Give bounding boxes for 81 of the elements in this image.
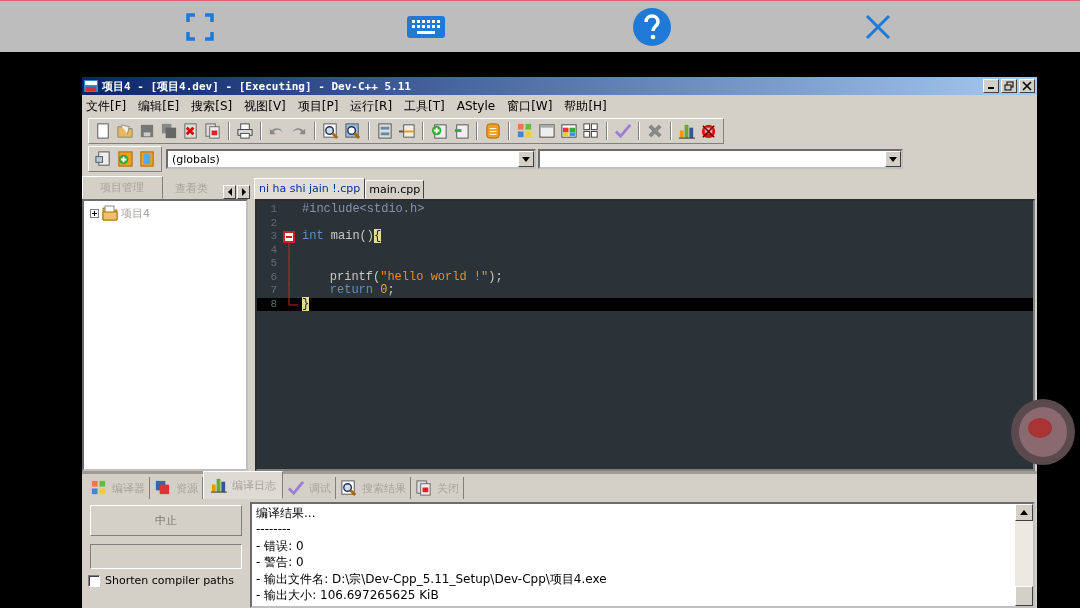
menu-item[interactable]: 工具[T] xyxy=(404,97,445,115)
file-tab[interactable]: ni ha shi jain !.cpp xyxy=(254,178,366,199)
dropdown-field[interactable]: (globals) xyxy=(166,149,536,169)
code-line: printf("hello world !"); xyxy=(328,270,503,284)
window-title: 项目4 - [项目4.dev] - [Executing] - Dev-C++ 5.11 xyxy=(102,78,412,94)
log-line: 编译结果... xyxy=(256,505,317,522)
menu-item[interactable]: 编辑[E] xyxy=(138,97,180,115)
dropdown-field[interactable] xyxy=(538,149,903,169)
fold-end-line xyxy=(288,297,298,306)
menu-item[interactable]: 帮助[H] xyxy=(564,97,607,115)
list-icon[interactable] xyxy=(376,122,394,140)
menu-item[interactable]: 搜索[S] xyxy=(191,97,233,115)
line-number: 8 xyxy=(269,297,277,311)
find-icon xyxy=(340,479,358,497)
replace-icon[interactable] xyxy=(344,122,362,140)
scroll-up-icon[interactable] xyxy=(1020,510,1028,515)
floating-ball-icon[interactable] xyxy=(1010,398,1076,466)
close-button[interactable] xyxy=(1019,79,1035,93)
minimize-icon xyxy=(988,87,994,89)
menu-item[interactable]: 文件[F] xyxy=(86,97,127,115)
expand-icon[interactable] xyxy=(90,208,99,218)
menu-item[interactable]: 项目[P] xyxy=(297,97,339,115)
close-icon xyxy=(1022,81,1032,91)
check-icon[interactable] xyxy=(614,122,632,140)
line-number: 4 xyxy=(269,243,277,257)
options-icon[interactable] xyxy=(484,122,502,140)
line-number: 7 xyxy=(269,284,277,298)
colored-grid-icon xyxy=(90,479,108,497)
vertical-scrollbar[interactable] xyxy=(1015,504,1033,606)
save-icon[interactable] xyxy=(138,122,156,140)
folder-icon[interactable] xyxy=(116,122,134,140)
scroll-right-button[interactable] xyxy=(237,185,250,199)
print-icon[interactable] xyxy=(236,122,254,140)
code-line: int main(){ xyxy=(301,230,382,244)
checkbox[interactable] xyxy=(88,574,100,587)
fullscreen-icon[interactable] xyxy=(185,11,215,42)
stack-icon xyxy=(154,479,172,497)
split-icon[interactable] xyxy=(398,122,416,140)
help-icon[interactable] xyxy=(632,6,672,47)
close-file-icon[interactable] xyxy=(182,122,200,140)
log-line: - 输出大小: 106.697265625 KiB xyxy=(256,587,440,604)
checkbox-label: Shorten compiler paths xyxy=(105,574,234,587)
window-icon[interactable] xyxy=(538,122,556,140)
add-project-icon[interactable] xyxy=(116,150,134,168)
project-folder-icon xyxy=(101,205,119,221)
code-line: #include<stdio.h> xyxy=(301,203,425,217)
minimize-button[interactable] xyxy=(983,79,999,93)
restore-icon xyxy=(1004,81,1014,91)
check-icon xyxy=(287,479,305,497)
scroll-left-button[interactable] xyxy=(223,185,236,199)
dropdown-arrow-icon xyxy=(889,156,897,162)
fold-marker-icon[interactable] xyxy=(283,231,295,244)
new-file-icon[interactable] xyxy=(94,122,112,140)
menu-item[interactable]: AStyle xyxy=(456,99,496,113)
menu-item[interactable]: 运行[R] xyxy=(350,97,393,115)
dropdown-arrow-icon xyxy=(522,156,530,162)
close-all-icon[interactable] xyxy=(204,122,222,140)
x-icon[interactable] xyxy=(646,122,664,140)
grid-icon[interactable] xyxy=(582,122,600,140)
line-number: 3 xyxy=(269,230,277,244)
log-line: - 输出文件名: D:\宗\Dev-Cpp_5.11_Setup\Dev-Cpp\项目4.exe xyxy=(256,570,608,588)
code-line: return 0; xyxy=(328,284,395,298)
log-line: -------- xyxy=(256,521,292,538)
close-all-icon xyxy=(415,479,433,497)
menu-item[interactable]: 视图[V] xyxy=(244,97,286,115)
find-icon[interactable] xyxy=(322,122,340,140)
color-panel-icon[interactable] xyxy=(560,122,578,140)
scrollbar-thumb[interactable] xyxy=(1015,586,1033,606)
remove-file-icon[interactable] xyxy=(452,122,470,140)
file-tab[interactable]: main.cpp xyxy=(365,180,425,199)
restore-button[interactable] xyxy=(1001,79,1017,93)
add-file-icon[interactable] xyxy=(430,122,448,140)
colored-grid-icon[interactable] xyxy=(516,122,534,140)
log-line: - 错误: 0 xyxy=(256,537,305,555)
save-all-icon[interactable] xyxy=(160,122,178,140)
log-line: - 警告: 0 xyxy=(256,554,305,571)
arrow-right-icon xyxy=(239,188,248,196)
menu-item[interactable]: 窗口[W] xyxy=(507,97,553,115)
app-icon xyxy=(84,80,98,92)
bar-chart-icon xyxy=(210,476,228,494)
bar-chart-icon[interactable] xyxy=(678,122,696,140)
